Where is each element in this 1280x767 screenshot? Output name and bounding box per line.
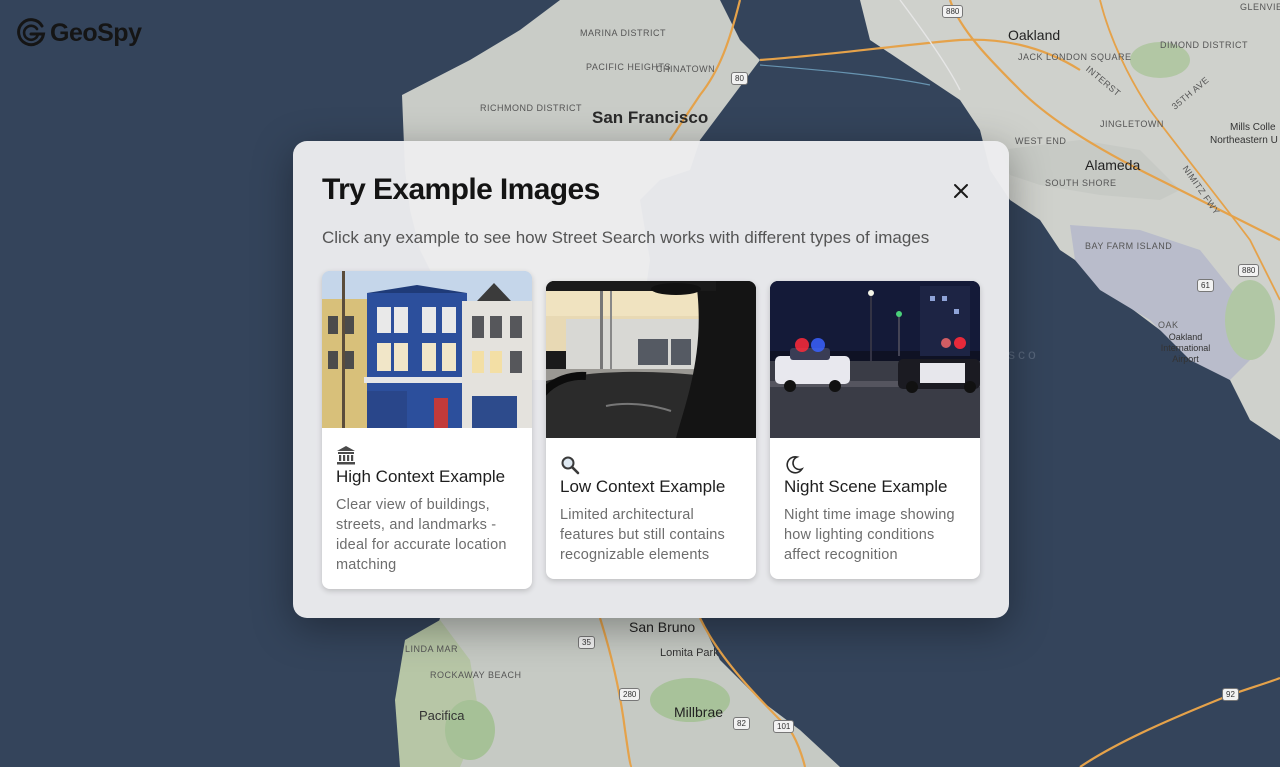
map-label-northeastern: Northeastern U: [1210, 135, 1278, 146]
modal-subtitle: Click any example to see how Street Sear…: [322, 228, 930, 247]
map-label-pacifica: Pacifica: [419, 708, 465, 723]
map-label-bay-farm: BAY FARM ISLAND: [1085, 241, 1173, 251]
map-label-jack-london: JACK LONDON SQUARE: [1018, 52, 1132, 62]
map-label-south-shore: SOUTH SHORE: [1045, 178, 1117, 188]
map-label-richmond: RICHMOND DISTRICT: [480, 103, 582, 113]
classical-building-icon: [337, 446, 355, 465]
highway-shield: 101: [773, 720, 795, 733]
card-title: High Context Example: [336, 443, 518, 488]
map-label-marina: MARINA DISTRICT: [580, 28, 667, 38]
card-title-text: Low Context Example: [560, 477, 726, 496]
highway-shield: 92: [1222, 688, 1239, 701]
example-card-night-scene[interactable]: Night Scene Example Night time image sho…: [770, 281, 980, 579]
highway-shield: 35: [578, 636, 595, 649]
map-label-oakland-airport: Oakland International Airport: [1160, 332, 1211, 364]
low-context-image: [546, 281, 756, 438]
map-label-pacific-heights: PACIFIC HEIGHTS: [586, 62, 671, 72]
example-images-modal: Try Example Images Click any example to …: [293, 141, 1009, 618]
highway-shield: 880: [942, 5, 964, 18]
close-button[interactable]: [949, 179, 973, 203]
highway-shield: 880: [1238, 264, 1260, 277]
highway-shield: 82: [733, 717, 750, 730]
night-scene-image: [770, 281, 980, 438]
map-label-oak: OAK: [1158, 320, 1179, 330]
close-icon: [954, 184, 968, 198]
geospy-logo-icon: [17, 18, 46, 47]
map-label-san-francisco: San Francisco: [592, 108, 709, 127]
map-label-linda-mar: LINDA MAR: [405, 644, 459, 654]
card-description: Night time image showing how lighting co…: [784, 507, 955, 563]
geospy-logo[interactable]: GeoSpy: [16, 18, 142, 48]
logo-text: GeoSpy: [50, 18, 142, 47]
modal-title: Try Example Images: [322, 173, 600, 206]
magnifying-glass-icon: [561, 456, 580, 475]
map-label-glenview: GLENVIEW: [1240, 2, 1280, 12]
map-label-rockaway: ROCKAWAY BEACH: [430, 670, 521, 681]
card-title-text: High Context Example: [336, 467, 506, 486]
crescent-moon-icon: [786, 456, 804, 474]
highway-shield: 61: [1197, 279, 1214, 292]
card-description: Limited architectural features but still…: [560, 507, 725, 563]
map-label-san-bruno: San Bruno: [629, 619, 696, 635]
example-card-low-context[interactable]: Low Context Example Limited architectura…: [546, 281, 756, 579]
highway-shield: 80: [731, 72, 748, 85]
map-label-water: sco: [1008, 346, 1039, 362]
example-card-high-context[interactable]: High Context Example Clear view of build…: [322, 271, 532, 589]
map-label-oakland: Oakland: [1008, 27, 1061, 43]
high-context-image: [322, 271, 532, 428]
map-label-west-end: WEST END: [1015, 136, 1067, 146]
map-label-chinatown: CHINATOWN: [656, 64, 716, 74]
card-title-text: Night Scene Example: [784, 477, 948, 496]
map-label-millbrae: Millbrae: [674, 704, 724, 720]
map-label-dimond: DIMOND DISTRICT: [1160, 40, 1248, 50]
map-label-mills-college: Mills Colle: [1230, 122, 1276, 133]
map-label-jingletown: JINGLETOWN: [1100, 119, 1164, 129]
card-title: Night Scene Example: [784, 453, 966, 498]
map-label-alameda: Alameda: [1085, 157, 1141, 173]
card-description: Clear view of buildings, streets, and la…: [336, 497, 507, 573]
card-title: Low Context Example: [560, 453, 742, 498]
highway-shield: 280: [619, 688, 641, 701]
map-label-lomita-park: Lomita Park: [660, 647, 719, 659]
